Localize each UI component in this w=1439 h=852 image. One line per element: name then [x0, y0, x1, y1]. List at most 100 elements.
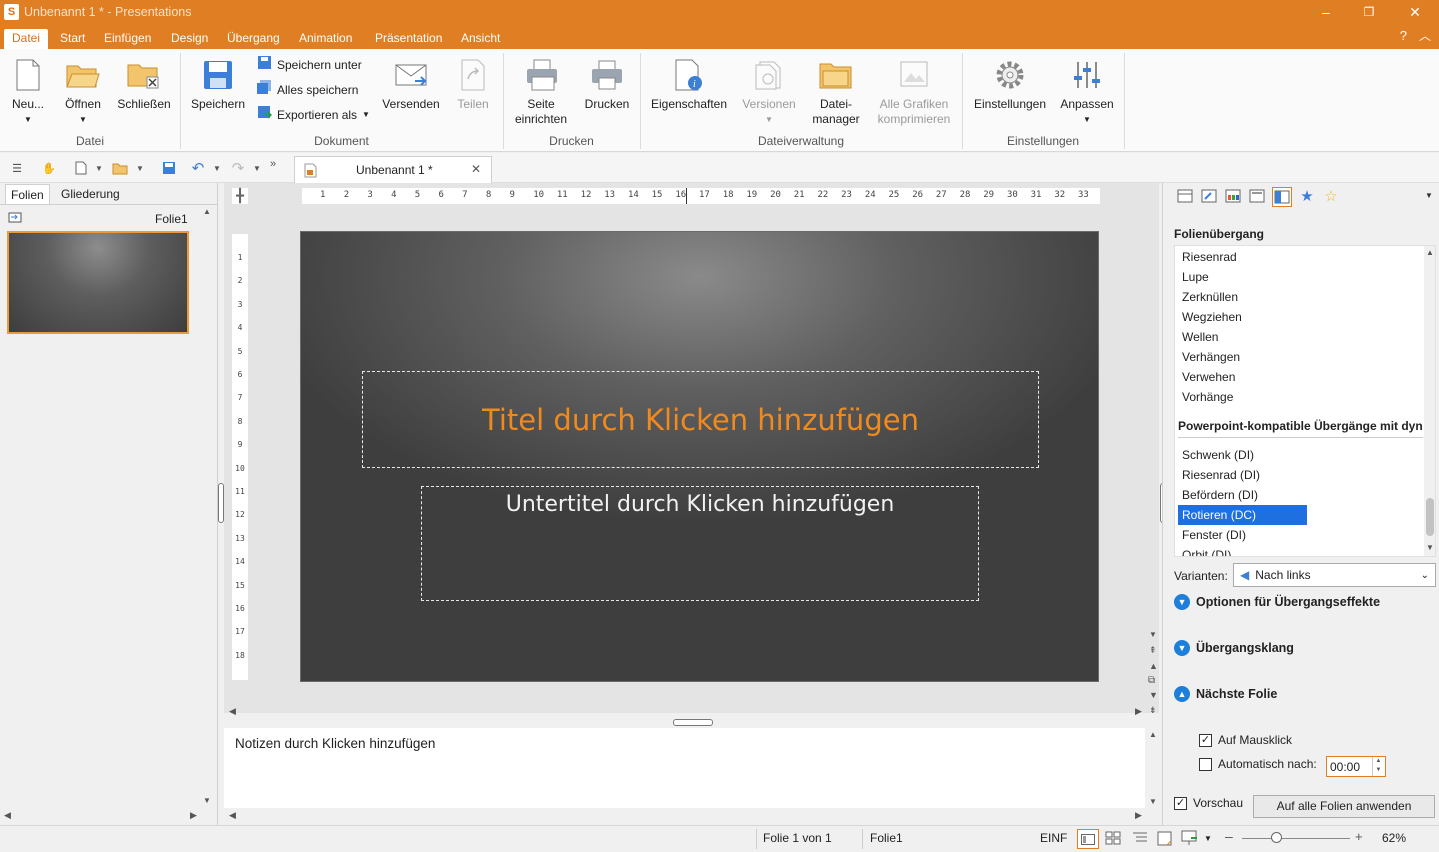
list-item[interactable]: Zerknüllen	[1182, 287, 1238, 307]
properties-button[interactable]: i Eigenschaften	[648, 53, 730, 112]
slideshow-icon[interactable]	[1181, 830, 1199, 849]
scroll-up-icon[interactable]: ▲	[1149, 661, 1158, 671]
list-scrollbar[interactable]: ▲ ▼	[1424, 246, 1435, 556]
collapse-ribbon-icon[interactable]: ︿	[1419, 27, 1431, 44]
list-item[interactable]: Wellen	[1182, 327, 1218, 347]
scroll-right-icon[interactable]: ▶	[1135, 706, 1142, 717]
scroll-up-icon[interactable]: ▲	[1149, 730, 1157, 739]
subtitle-placeholder[interactable]: Untertitel durch Klicken hinzufügen	[421, 486, 979, 601]
tab-gliederung[interactable]: Gliederung	[56, 184, 125, 204]
preview-checkbox[interactable]: ✓ Vorschau	[1174, 796, 1243, 810]
prev-slide-icon[interactable]: ⇞	[1149, 645, 1157, 656]
dropdown-arrow-icon[interactable]: ▼	[131, 159, 149, 177]
format-icon[interactable]	[1200, 187, 1218, 205]
send-button[interactable]: Versenden	[380, 53, 442, 112]
section-transition-sound[interactable]: ▼ Übergangsklang	[1174, 640, 1294, 656]
file-manager-button[interactable]: Datei- manager	[808, 53, 864, 127]
share-button[interactable]: Teilen	[450, 53, 496, 112]
scroll-down-icon[interactable]: ▼	[1426, 543, 1434, 552]
list-item[interactable]: Verhängen	[1182, 347, 1240, 367]
list-item[interactable]: Lupe	[1182, 267, 1209, 287]
tab-datei[interactable]: Datei	[4, 29, 49, 49]
scroll-down-icon[interactable]: ▼	[1149, 797, 1157, 806]
minimize-button[interactable]: –	[1316, 3, 1336, 21]
dropdown-arrow-icon[interactable]: ▼	[90, 159, 108, 177]
zoom-level[interactable]: 62%	[1382, 831, 1406, 845]
list-item[interactable]: Fenster (DI)	[1182, 525, 1246, 545]
list-item[interactable]: Riesenrad	[1182, 247, 1237, 267]
list-item[interactable]: Riesenrad (DI)	[1182, 465, 1260, 485]
hand-icon[interactable]: ✋	[40, 159, 58, 177]
section-next-slide[interactable]: ▲ Nächste Folie	[1174, 686, 1277, 702]
new-doc-small-icon[interactable]	[72, 159, 90, 177]
scroll-right-icon[interactable]: ▶	[1135, 810, 1142, 821]
close-doc-button[interactable]: Schließen	[114, 53, 174, 112]
restore-button[interactable]: ❐	[1359, 3, 1379, 21]
scroll-down-icon[interactable]: ▼	[203, 796, 211, 805]
compress-images-button[interactable]: Alle Grafiken komprimieren	[872, 53, 956, 127]
undo-icon[interactable]: ↶	[189, 159, 207, 177]
notes-splitter-handle[interactable]	[673, 719, 713, 726]
tab-einfuegen[interactable]: Einfügen	[100, 29, 155, 49]
list-item[interactable]: Vorhänge	[1182, 387, 1233, 407]
list-item[interactable]: Wegziehen	[1182, 307, 1242, 327]
close-tab-icon[interactable]: ✕	[471, 162, 481, 176]
master-icon[interactable]	[1248, 187, 1266, 205]
zoom-fit-icon[interactable]: ⧉	[1148, 675, 1155, 686]
scroll-right-icon[interactable]: ▶	[190, 810, 197, 821]
variants-select[interactable]: ◀ Nach links ⌄	[1233, 563, 1436, 587]
animation-star-icon[interactable]: ★	[1298, 187, 1316, 205]
on-click-checkbox[interactable]: ✓ Auf Mausklick	[1199, 733, 1292, 747]
auto-time-stepper[interactable]: 00:00 ▲ ▼	[1326, 756, 1386, 777]
tab-folien[interactable]: Folien	[5, 184, 50, 204]
document-tab[interactable]: Unbenannt 1 * ✕	[294, 156, 492, 183]
color-scheme-icon[interactable]	[1224, 187, 1242, 205]
menu-lines-icon[interactable]: ☰	[8, 159, 26, 177]
tab-animation[interactable]: Animation	[295, 29, 356, 49]
versions-button[interactable]: Versionen ▼	[738, 53, 800, 127]
tab-start[interactable]: Start	[56, 29, 89, 49]
scroll-down-icon[interactable]: ▼	[1149, 630, 1157, 639]
list-item[interactable]: Orbit (DI)	[1182, 545, 1231, 556]
dropdown-arrow-icon[interactable]: ▼	[1204, 834, 1212, 843]
apply-all-button[interactable]: Auf alle Folien anwenden	[1253, 795, 1435, 818]
transition-list[interactable]: Riesenrad Lupe Zerknüllen Wegziehen Well…	[1174, 245, 1436, 557]
scroll-up-icon[interactable]: ▲	[1426, 248, 1434, 257]
tab-design[interactable]: Design	[167, 29, 212, 49]
scroll-left-icon[interactable]: ◀	[4, 810, 11, 821]
sidebar-menu-dropdown-icon[interactable]: ▼	[1425, 191, 1433, 200]
layout-icon[interactable]	[1176, 187, 1194, 205]
export-as-button[interactable]: Exportieren als ▼	[257, 105, 370, 125]
more-icon[interactable]: »	[264, 155, 282, 173]
scroll-thumb[interactable]	[1426, 498, 1434, 536]
save-all-button[interactable]: Alles speichern	[257, 79, 358, 100]
save-as-button[interactable]: Speichern unter	[257, 55, 362, 75]
title-placeholder[interactable]: Titel durch Klicken hinzufügen	[362, 371, 1039, 468]
list-item-selected[interactable]: Rotieren (DC)	[1178, 505, 1307, 525]
slide-thumbnail[interactable]	[7, 231, 189, 334]
scroll-left-icon[interactable]: ◀	[229, 810, 236, 821]
help-icon[interactable]: ?	[1400, 28, 1407, 43]
next-slide-icon[interactable]: ⇟	[1149, 705, 1157, 716]
tab-uebergang[interactable]: Übergang	[223, 29, 284, 49]
zoom-slider-track[interactable]	[1242, 838, 1350, 839]
page-setup-button[interactable]: Seite einrichten	[512, 53, 570, 127]
tab-ansicht[interactable]: Ansicht	[457, 29, 504, 49]
list-item[interactable]: Befördern (DI)	[1182, 485, 1258, 505]
list-item[interactable]: Verwehen	[1182, 367, 1235, 387]
spinner-icon[interactable]: ▲ ▼	[1372, 757, 1384, 776]
slide-sorter-icon[interactable]	[1105, 831, 1121, 848]
scroll-left-icon[interactable]: ◀	[229, 706, 236, 717]
redo-icon[interactable]: ↷	[229, 159, 247, 177]
scroll-down-icon[interactable]: ▼	[1149, 690, 1158, 700]
zoom-out-icon[interactable]: –	[1225, 828, 1233, 844]
dropdown-arrow-icon[interactable]: ▼	[208, 159, 226, 177]
open-small-icon[interactable]	[111, 159, 129, 177]
favorite-star-icon[interactable]: ☆	[1322, 187, 1340, 205]
customize-button[interactable]: Anpassen ▼	[1058, 53, 1116, 127]
transition-icon[interactable]	[1272, 187, 1292, 207]
outline-view-icon[interactable]	[1132, 831, 1148, 848]
new-button[interactable]: Neu... ▼	[6, 53, 50, 127]
list-item[interactable]: Schwenk (DI)	[1182, 445, 1254, 465]
auto-advance-checkbox[interactable]: Automatisch nach:	[1199, 757, 1317, 771]
